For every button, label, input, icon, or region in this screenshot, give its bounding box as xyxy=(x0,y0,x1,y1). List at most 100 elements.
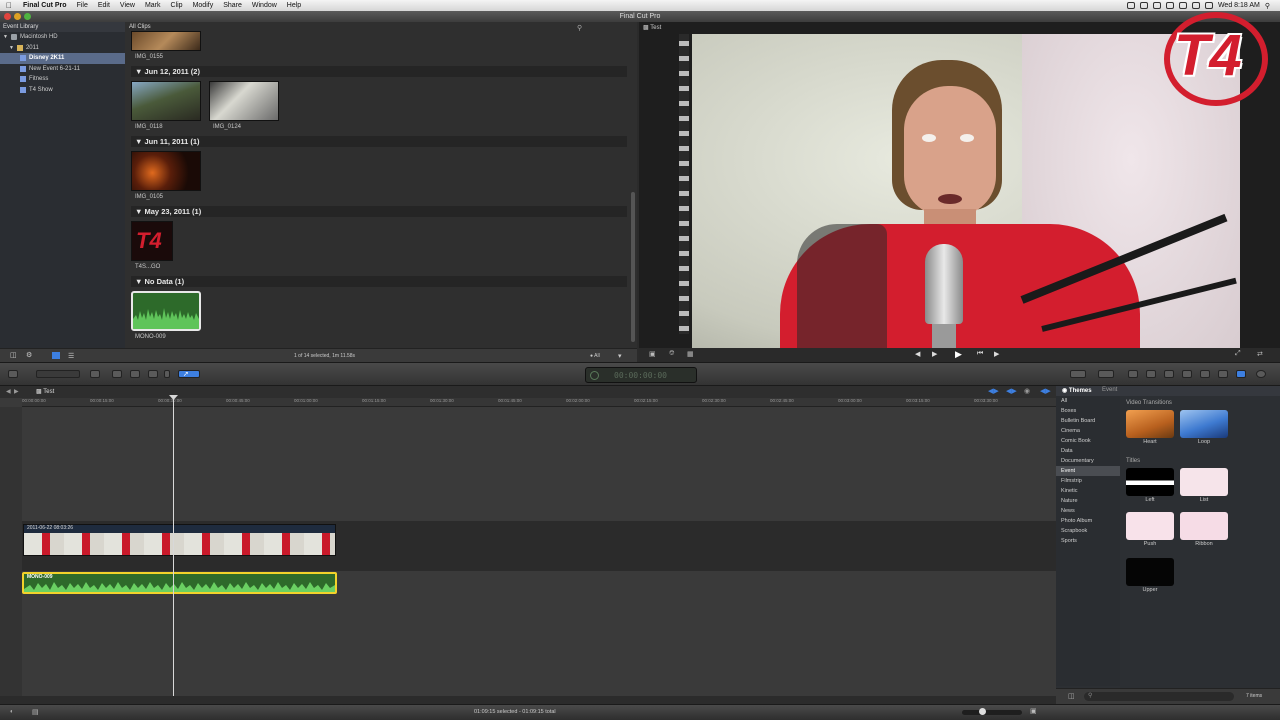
menu-modify[interactable]: Modify xyxy=(188,2,219,9)
title-ribbon[interactable] xyxy=(1180,512,1228,540)
music-button[interactable] xyxy=(1164,370,1174,378)
date-group-header[interactable]: ▼ No Data (1) xyxy=(131,276,627,287)
category-comic-book[interactable]: Comic Book xyxy=(1056,436,1120,446)
clip-thumbnail[interactable] xyxy=(209,81,279,121)
category-all[interactable]: All xyxy=(1056,396,1120,406)
audio-loop-icon[interactable]: ⇄ xyxy=(1257,350,1263,358)
timecode-display[interactable]: 00:00:00:00 xyxy=(614,371,667,380)
menu-file[interactable]: File xyxy=(72,2,93,9)
clip-thumbnail[interactable] xyxy=(131,31,201,51)
themes-button[interactable] xyxy=(1236,370,1246,378)
status-icon-2[interactable] xyxy=(1139,2,1148,9)
solo-icon[interactable]: ◉ xyxy=(1024,387,1030,395)
audio-skimming-icon[interactable]: ◀▶ xyxy=(1006,387,1017,395)
snapping-icon[interactable]: ◀▶ xyxy=(1040,387,1051,395)
clip-thumbnail[interactable] xyxy=(131,81,201,121)
status-icon-1[interactable] xyxy=(1126,2,1135,9)
select-tool-button[interactable]: ➚ xyxy=(178,370,200,378)
menu-app[interactable]: Final Cut Pro xyxy=(18,2,72,9)
timeline-index-icon[interactable]: ▤ xyxy=(32,708,39,716)
edit-insert-button[interactable] xyxy=(130,370,140,378)
clip-appearance-icon[interactable]: ▣ xyxy=(1030,707,1037,715)
filmstrip-view-button[interactable] xyxy=(52,352,60,359)
crop-icon[interactable]: ▣ xyxy=(649,350,656,358)
category-sports[interactable]: Sports xyxy=(1056,536,1120,546)
playhead[interactable] xyxy=(173,398,174,696)
video-clip[interactable]: 2011-06-22 08:03:26 xyxy=(23,524,336,556)
event-tab[interactable]: Event xyxy=(1102,387,1117,393)
blade-tool-button[interactable] xyxy=(1070,370,1086,378)
search-icon[interactable]: ⚲ xyxy=(577,24,582,32)
category-cinema[interactable]: Cinema xyxy=(1056,426,1120,436)
menu-help[interactable]: Help xyxy=(282,2,306,9)
audio-meters-icon[interactable]: ◐ xyxy=(10,709,14,715)
back-arrow-icon[interactable]: ◀ xyxy=(6,388,11,395)
zoom-window-button[interactable] xyxy=(24,13,31,20)
close-window-button[interactable] xyxy=(4,13,11,20)
title-list[interactable] xyxy=(1180,468,1228,496)
category-filmstrip[interactable]: Filmstrip xyxy=(1056,476,1120,486)
connect-insert-button[interactable] xyxy=(36,370,80,378)
category-documentary[interactable]: Documentary xyxy=(1056,456,1120,466)
go-to-start-icon[interactable]: ⏮ xyxy=(977,350,983,358)
date-group-header[interactable]: ▼ May 23, 2011 (1) xyxy=(131,206,627,217)
category-nature[interactable]: Nature xyxy=(1056,496,1120,506)
menu-clip[interactable]: Clip xyxy=(166,2,188,9)
date-group-header[interactable]: ▼ Jun 11, 2011 (1) xyxy=(131,136,627,147)
menu-share[interactable]: Share xyxy=(218,2,247,9)
gear-icon[interactable]: ⚙ xyxy=(26,351,32,359)
play-icon[interactable]: ▶ xyxy=(955,349,962,360)
inspector-video-button[interactable] xyxy=(1128,370,1138,378)
transform-icon[interactable]: ⎊ xyxy=(669,350,675,358)
category-data[interactable]: Data xyxy=(1056,446,1120,456)
forward-arrow-icon[interactable]: ▶ xyxy=(14,388,19,395)
play-around-icon[interactable]: ▶ xyxy=(932,350,937,358)
apple-menu-icon[interactable]:  xyxy=(0,1,18,10)
transition-loop[interactable] xyxy=(1180,410,1228,438)
library-item-2011[interactable]: ▼ 2011 xyxy=(0,43,125,54)
title-left[interactable] xyxy=(1126,468,1174,496)
transitions-button[interactable] xyxy=(1182,370,1192,378)
zoom-slider[interactable] xyxy=(962,708,1022,715)
next-edit-icon[interactable]: ▶ xyxy=(994,350,999,358)
menu-window[interactable]: Window xyxy=(247,2,282,9)
minimize-window-button[interactable] xyxy=(14,13,21,20)
menu-mark[interactable]: Mark xyxy=(140,2,166,9)
library-item-disney-2k11[interactable]: Disney 2K11 xyxy=(0,53,125,64)
preview-toggle-icon[interactable]: ◫ xyxy=(1068,692,1075,700)
themes-tab[interactable]: ◉ Themes xyxy=(1062,387,1092,394)
fullscreen-icon[interactable]: ⤢ xyxy=(1235,350,1241,358)
edit-connect-button[interactable] xyxy=(112,370,122,378)
category-news[interactable]: News xyxy=(1056,506,1120,516)
menu-edit[interactable]: Edit xyxy=(93,2,115,9)
distort-icon[interactable]: ▦ xyxy=(687,350,694,358)
title-push[interactable] xyxy=(1126,512,1174,540)
inspector-icon[interactable] xyxy=(1256,370,1266,378)
keyword-button[interactable] xyxy=(90,370,100,378)
edit-overwrite-menu[interactable] xyxy=(164,370,170,378)
disclosure-triangle-icon[interactable]: ▼ xyxy=(3,32,8,43)
transition-heart[interactable] xyxy=(1126,410,1174,438)
library-toggle-icon[interactable]: ◫ xyxy=(10,351,17,359)
title-upper[interactable] xyxy=(1126,558,1174,586)
timeline-ruler[interactable]: 00:00:00:00 00:00:15:00 00:00:30:00 00:0… xyxy=(22,398,1056,407)
disclosure-triangle-icon[interactable]: ▼ xyxy=(9,43,14,54)
clip-filter-select[interactable]: ● All xyxy=(590,353,600,359)
category-event[interactable]: Event xyxy=(1056,466,1120,476)
edit-append-button[interactable] xyxy=(148,370,158,378)
library-item-new-event[interactable]: New Event 6-21-11 xyxy=(0,64,125,75)
photos-button[interactable] xyxy=(1146,370,1156,378)
category-bulletin-board[interactable]: Bulletin Board xyxy=(1056,416,1120,426)
category-photo-album[interactable]: Photo Album xyxy=(1056,516,1120,526)
category-kinetic[interactable]: Kinetic xyxy=(1056,486,1120,496)
category-scrapbook[interactable]: Scrapbook xyxy=(1056,526,1120,536)
effects-search-input[interactable]: ⚲ xyxy=(1084,692,1234,701)
menu-view[interactable]: View xyxy=(115,2,140,9)
project-tab[interactable]: ▩ Test xyxy=(36,388,54,395)
generators-button[interactable] xyxy=(1218,370,1228,378)
library-item-macintosh-hd[interactable]: ▼ Macintosh HD xyxy=(0,32,125,43)
browser-scrollbar[interactable] xyxy=(631,192,635,342)
skimming-icon[interactable]: ◀▶ xyxy=(988,387,999,395)
import-button[interactable] xyxy=(8,370,18,378)
enhance-button[interactable] xyxy=(1098,370,1114,378)
